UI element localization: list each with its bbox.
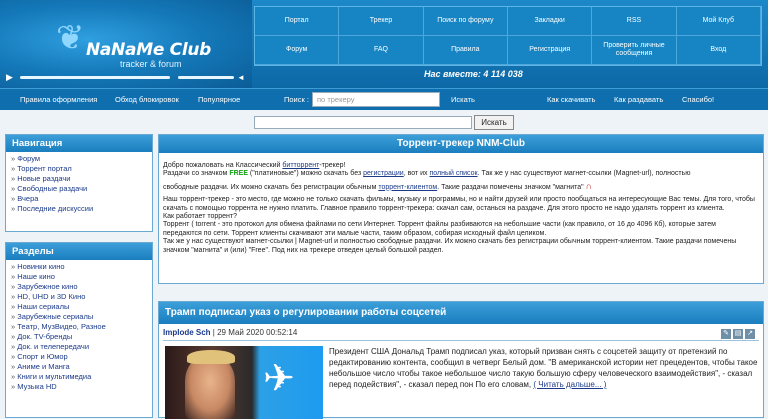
nav-forum[interactable]: Форум xyxy=(255,36,340,65)
section-item[interactable]: Аниме и Манга xyxy=(11,362,147,372)
menu-thanks[interactable]: Спасибо! xyxy=(682,95,714,104)
read-more-link[interactable]: ( Читать дальше... ) xyxy=(533,380,606,389)
menu-how-download[interactable]: Как скачивать xyxy=(547,95,595,104)
magnet-explanation: Так же у нас существуют магнет-ссылки | … xyxy=(163,238,737,254)
welcome-text: ("платиновые") можно скачать без xyxy=(247,170,364,178)
nav-link-new[interactable]: Новые раздачи xyxy=(11,174,147,184)
secondary-search-button[interactable]: Искать xyxy=(474,115,514,130)
section-item[interactable]: Док. и телепередачи xyxy=(11,342,147,352)
news-date: | 29 Май 2020 00:52:14 xyxy=(212,328,298,337)
speaker-icon[interactable]: ◄ xyxy=(237,72,245,83)
nav-bookmarks[interactable]: Закладки xyxy=(508,7,593,36)
section-item[interactable]: Спорт и Юмор xyxy=(11,352,147,362)
news-actions: ✎ ▤ ↗ xyxy=(719,328,755,339)
progress-slider[interactable] xyxy=(20,76,170,79)
nav-portal[interactable]: Портал xyxy=(255,7,340,36)
torrent-client-link[interactable]: торрент-клиентом xyxy=(378,184,437,191)
menu-how-seed[interactable]: Как раздавать xyxy=(614,95,663,104)
nav-login[interactable]: Вход xyxy=(676,36,761,65)
edit-icon[interactable]: ✎ xyxy=(721,329,731,339)
nav-tracker[interactable]: Трекер xyxy=(339,7,424,36)
news-meta: Implode Sch | 29 Май 2020 00:52:14 xyxy=(163,328,297,337)
welcome-text: Раздачи со значком xyxy=(163,170,230,178)
welcome-text: . Так же у нас существуют магнет-ссылки … xyxy=(477,170,691,178)
menu-bypass[interactable]: Обход блокировок xyxy=(115,95,179,104)
nav-link-torrent-portal[interactable]: Торрент портал xyxy=(11,164,147,174)
welcome-text: свободные раздачи. Их можно скачать без … xyxy=(163,183,379,191)
registration-link[interactable]: регистрации xyxy=(363,170,404,177)
top-nav: Портал Трекер Поиск по форуму Закладки R… xyxy=(254,6,762,66)
sections-title: Разделы xyxy=(6,243,152,260)
nav-link-forum[interactable]: Форум xyxy=(11,154,147,164)
online-count: Нас вместе: 4 114 038 xyxy=(424,69,523,79)
welcome-text: . Такие раздачи помечены значком "магнит… xyxy=(437,183,584,191)
welcome-title: Торрент-трекер NNM-Club xyxy=(159,135,763,153)
search-input[interactable]: по трекеру xyxy=(312,92,440,107)
sections-panel: Разделы Новинки кино Наше кино Зарубежно… xyxy=(5,242,153,418)
section-item[interactable]: Театр, МузВидео, Разное xyxy=(11,322,147,332)
welcome-text: , вот их xyxy=(403,170,430,178)
audio-player[interactable]: ▶ ◄ xyxy=(6,72,246,83)
news-panel: Трамп подписал указ о регулировании рабо… xyxy=(158,301,764,419)
navigation-panel: Навигация Форум Торрент портал Новые раз… xyxy=(5,134,153,232)
nav-rules[interactable]: Правила xyxy=(423,36,508,65)
section-item[interactable]: Музыка HD xyxy=(11,382,147,392)
nav-my-club[interactable]: Мой Клуб xyxy=(676,7,761,36)
news-title[interactable]: Трамп подписал указ о регулировании рабо… xyxy=(159,302,763,324)
torrent-explanation: Торрент ( torrent - это протокол для обм… xyxy=(163,221,716,237)
logo-title: NaNaMe Club xyxy=(86,40,212,60)
welcome-text: Добро пожаловать на Классический xyxy=(163,162,283,169)
volume-slider[interactable] xyxy=(178,76,234,79)
play-icon[interactable]: ▶ xyxy=(6,72,13,83)
news-author[interactable]: Implode Sch xyxy=(163,328,211,337)
logo-subtitle: tracker & forum xyxy=(120,59,182,69)
nav-link-discussions[interactable]: Последние дискуссии xyxy=(11,204,147,214)
nav-register[interactable]: Регистрация xyxy=(508,36,593,65)
bittorrent-link[interactable]: битторрент xyxy=(282,162,319,169)
section-item[interactable]: Док. TV-бренды xyxy=(11,332,147,342)
welcome-panel: Торрент-трекер NNM-Club Добро пожаловать… xyxy=(158,134,764,284)
section-item[interactable]: HD, UHD и 3D Кино xyxy=(11,292,147,302)
nav-rss[interactable]: RSS xyxy=(592,7,677,36)
secondary-search-input[interactable] xyxy=(254,116,472,129)
site-logo[interactable]: ❦ NaNaMe Club tracker & forum ▶ ◄ xyxy=(0,0,252,88)
search-label: Поиск : xyxy=(284,95,309,104)
section-item[interactable]: Зарубежные сериалы xyxy=(11,312,147,322)
section-item[interactable]: Наши сериалы xyxy=(11,302,147,312)
section-item[interactable]: Наше кино xyxy=(11,272,147,282)
twitter-bird-icon: ✈ xyxy=(263,358,295,400)
nav-faq[interactable]: FAQ xyxy=(339,36,424,65)
description-text: Наш торрент-трекер - это место, где можн… xyxy=(163,196,755,212)
menu-rules[interactable]: Правила оформления xyxy=(20,95,97,104)
free-badge: FREE xyxy=(229,170,248,178)
share-icon[interactable]: ↗ xyxy=(745,329,755,339)
magnet-icon: ∩ xyxy=(585,180,593,191)
welcome-text: -трекер! xyxy=(319,162,346,169)
news-text: Президент США Дональд Трамп подписал ука… xyxy=(329,346,761,390)
section-item[interactable]: Новинки кино xyxy=(11,262,147,272)
news-image: ✈ xyxy=(165,346,323,419)
section-item[interactable]: Книги и мультимедиа xyxy=(11,372,147,382)
search-button[interactable]: Искать xyxy=(451,95,475,104)
full-list-link[interactable]: полный список xyxy=(429,170,477,177)
nav-forum-search[interactable]: Поиск по форуму xyxy=(423,7,508,36)
nav-messages[interactable]: Проверить личные сообщения xyxy=(592,36,677,65)
divider xyxy=(163,340,759,341)
nav-link-yesterday[interactable]: Вчера xyxy=(11,194,147,204)
navigation-title: Навигация xyxy=(6,135,152,152)
section-item[interactable]: Зарубежное кино xyxy=(11,282,147,292)
hair-shape xyxy=(187,350,235,364)
person-image xyxy=(185,356,235,419)
menu-bar: Правила оформления Обход блокировок Попу… xyxy=(0,88,768,110)
print-icon[interactable]: ▤ xyxy=(733,329,743,339)
nav-link-free[interactable]: Свободные раздачи xyxy=(11,184,147,194)
menu-popular[interactable]: Популярное xyxy=(198,95,240,104)
